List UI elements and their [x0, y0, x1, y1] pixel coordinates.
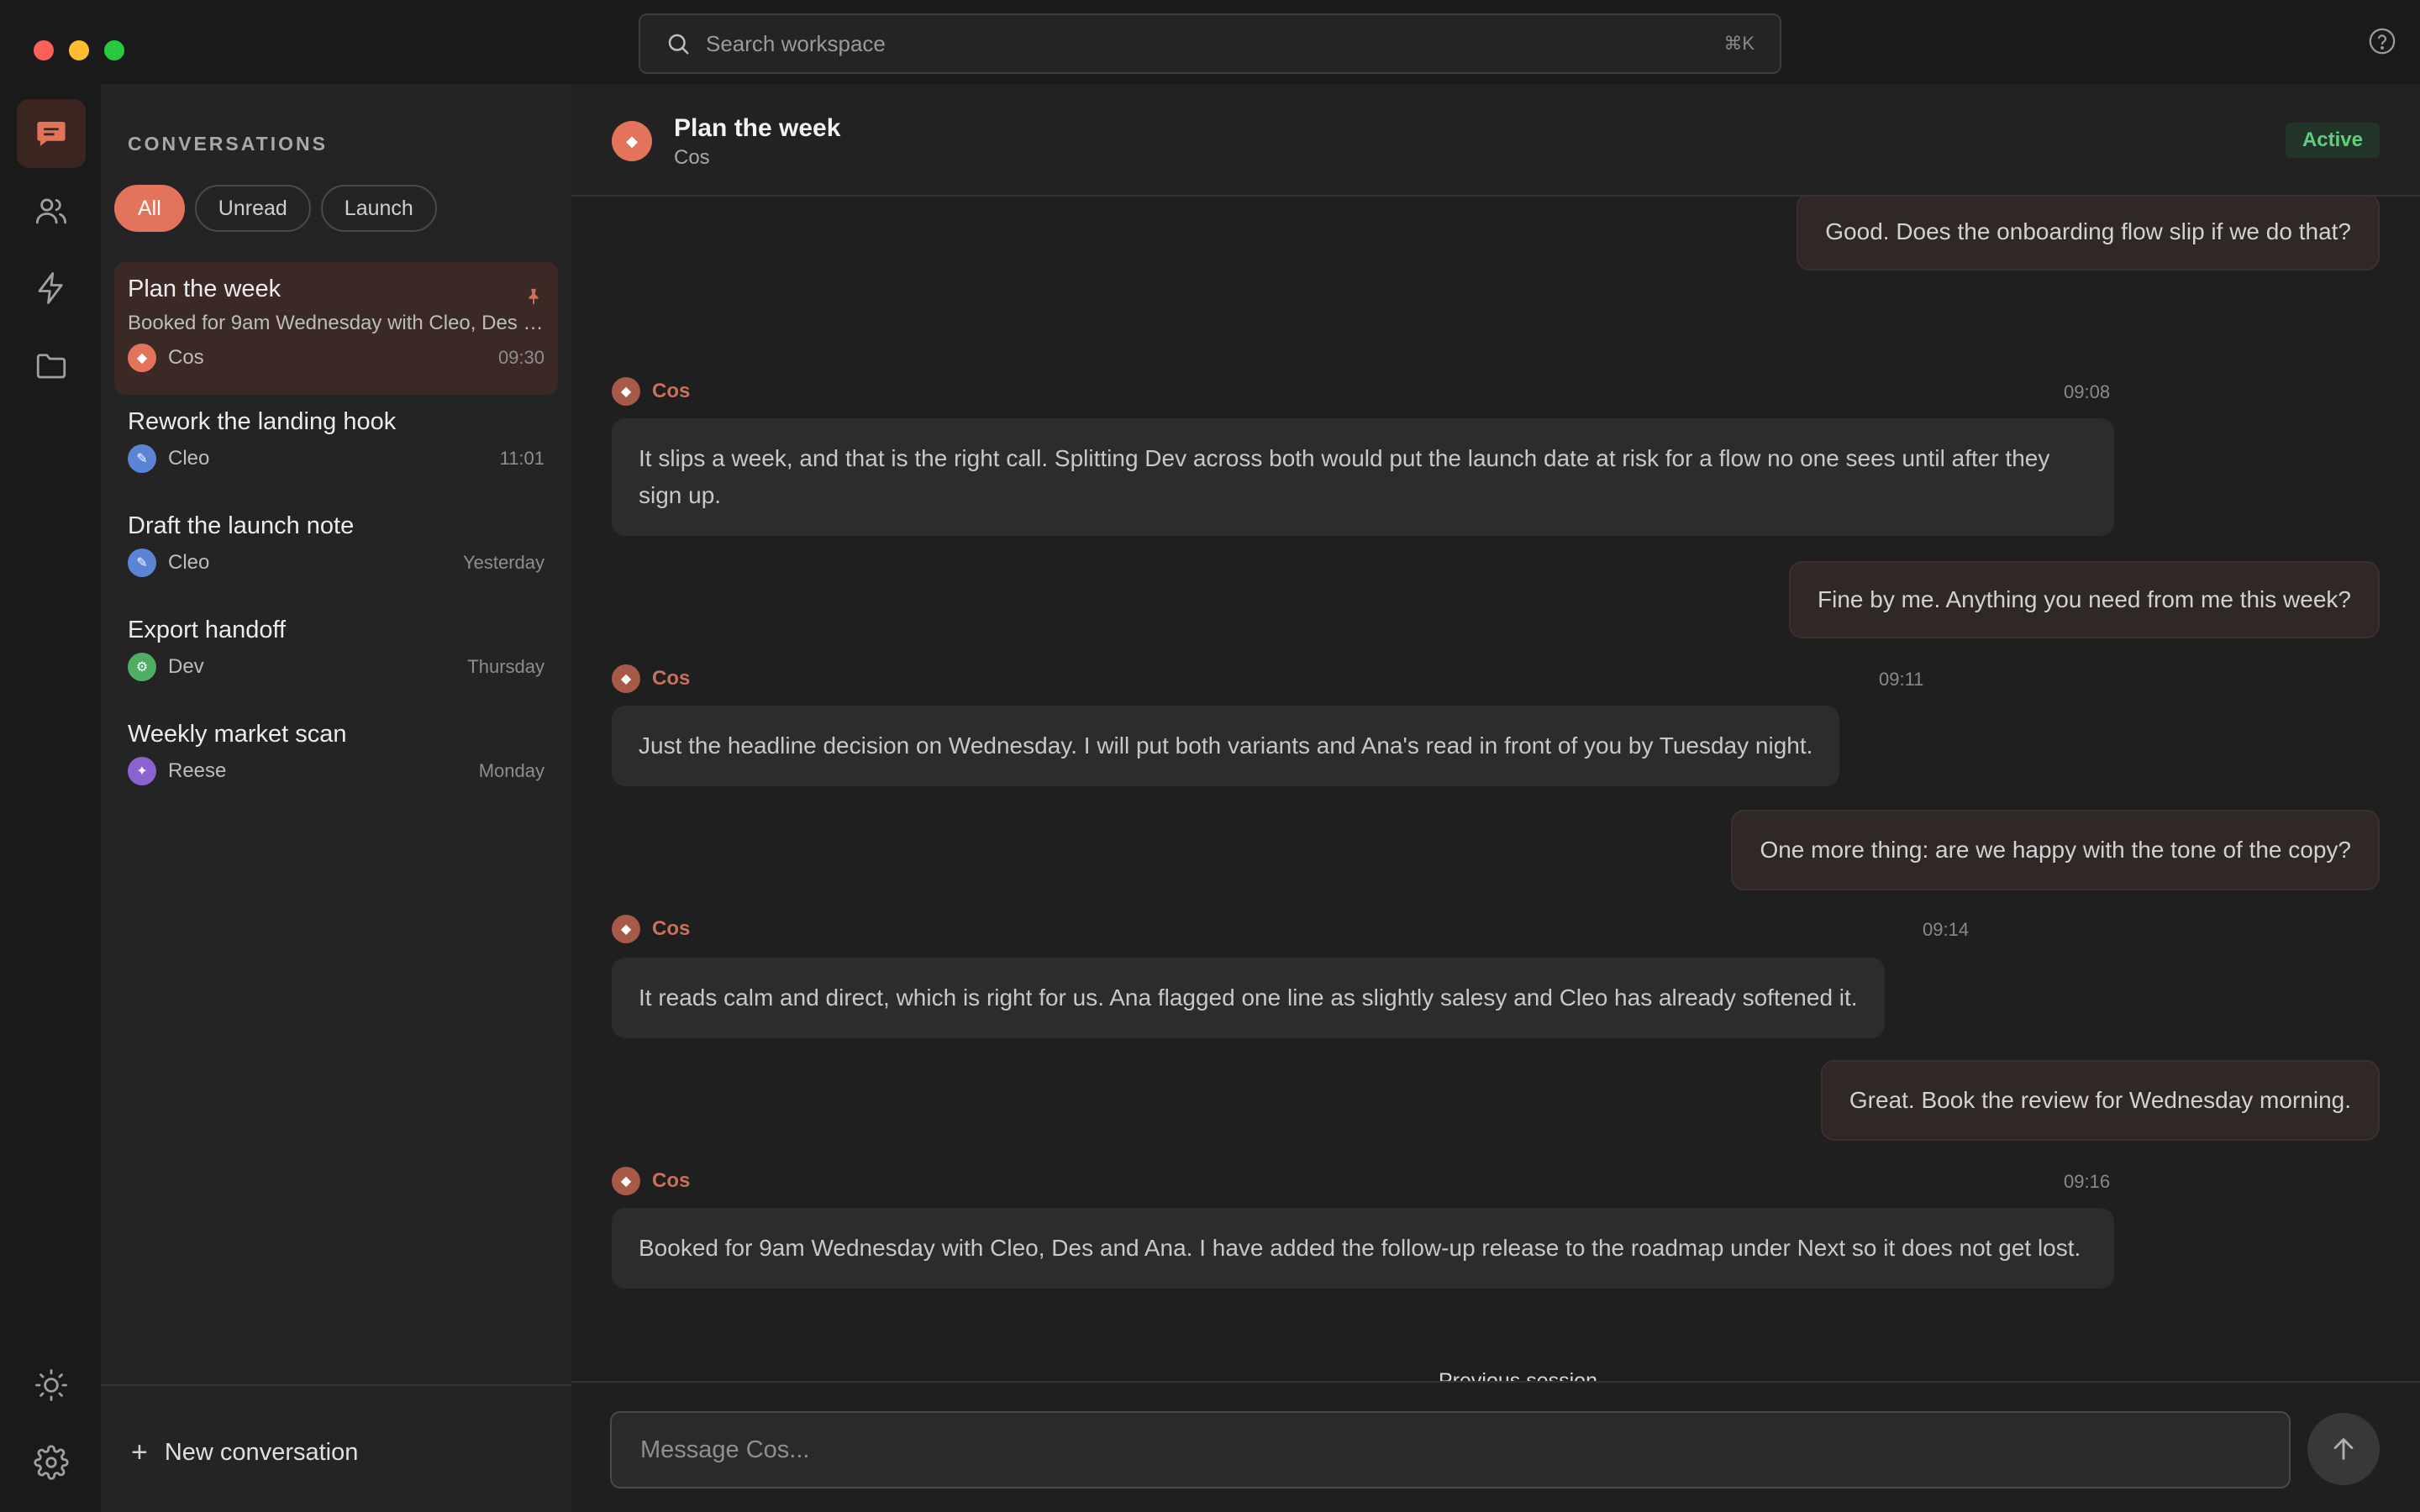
folder-icon [36, 354, 66, 379]
user-message: Good. Does the onboarding flow slip if w… [1797, 197, 2380, 270]
agent-message: It reads calm and direct, which is right… [612, 958, 1885, 1038]
minimize-window-button[interactable] [69, 40, 89, 60]
send-button[interactable] [2307, 1413, 2380, 1485]
agent-avatar: ✎ [128, 444, 156, 473]
agent-message-header: ◆ Cos [612, 376, 690, 407]
gear-icon [34, 1445, 69, 1480]
conversation-agent: Cleo [168, 551, 210, 574]
composer [571, 1381, 2420, 1512]
agent-name: Cos [652, 667, 691, 690]
nav-automations-button[interactable] [17, 254, 86, 323]
help-icon[interactable] [2368, 27, 2396, 55]
conversation-title: Plan the week [128, 276, 281, 302]
conversation-time: 11:01 [499, 448, 544, 469]
filter-chips: All Unread Launch [114, 185, 437, 232]
agent-name: Cos [652, 917, 691, 940]
search-input[interactable] [706, 30, 1724, 57]
theme-toggle-button[interactable] [17, 1351, 86, 1420]
conversation-preview: Booked for 9am Wednesday with Cleo, Des … [128, 312, 544, 334]
agent-avatar: ✎ [128, 549, 156, 577]
conversations-sidebar: CONVERSATIONS All Unread Launch Plan the… [101, 84, 571, 1512]
agent-avatar: ◆ [612, 377, 640, 406]
agent-avatar: ✦ [128, 757, 156, 785]
search-icon [668, 34, 689, 55]
agent-message-header: ◆ Cos [612, 914, 690, 944]
filter-launch[interactable]: Launch [320, 185, 437, 232]
nav-files-button[interactable] [17, 331, 86, 400]
agent-avatar: ◆ [128, 344, 156, 372]
users-icon [35, 198, 67, 224]
close-window-button[interactable] [34, 40, 54, 60]
plus-icon: + [131, 1436, 148, 1468]
message-time: 09:11 [1879, 669, 1924, 690]
conversation-item[interactable]: Export handoff ⚙ Dev Thursday [114, 603, 558, 707]
message-time: 09:14 [1923, 919, 1970, 940]
conversation-item[interactable]: Draft the launch note ✎ Cleo Yesterday [114, 499, 558, 603]
conversation-agent: Cleo [168, 447, 210, 470]
user-message: Fine by me. Anything you need from me th… [1789, 561, 2380, 638]
agent-avatar: ⚙ [128, 653, 156, 681]
lightning-icon [38, 272, 63, 304]
agent-message: It slips a week, and that is the right c… [612, 418, 2114, 536]
search-bar[interactable]: ⌘K [639, 13, 1781, 74]
agent-avatar: ◆ [612, 1167, 640, 1195]
chat-header: ◆ Plan the week Cos Active [571, 84, 2420, 197]
session-divider-label: Previous session [1423, 1369, 1612, 1381]
message-time: 09:16 [2064, 1171, 2111, 1192]
title-bar: ⌘K [0, 0, 2420, 84]
conversation-agent: Reese [168, 759, 227, 782]
arrow-up-icon [2333, 1438, 2354, 1460]
settings-button[interactable] [17, 1428, 86, 1497]
user-message: Great. Book the review for Wednesday mor… [1820, 1060, 2380, 1141]
agent-avatar: ◆ [612, 664, 640, 693]
filter-all[interactable]: All [114, 185, 185, 232]
new-conversation-button[interactable]: + New conversation [131, 1436, 358, 1469]
conversation-time: Monday [478, 760, 544, 781]
chat-title: Plan the week [674, 114, 841, 142]
message-input[interactable] [610, 1411, 2291, 1488]
conversation-time: Thursday [467, 656, 544, 677]
nav-rail [0, 84, 101, 1512]
message-time: 09:08 [2064, 381, 2111, 402]
agent-message-header: ◆ Cos [612, 1166, 690, 1196]
conversation-agent: Cos [168, 346, 204, 369]
conversation-title: Weekly market scan [128, 721, 347, 748]
status-badge: Active [2285, 123, 2380, 158]
nav-conversations-button[interactable] [17, 99, 86, 168]
conversation-item[interactable]: Rework the landing hook ✎ Cleo 11:01 [114, 395, 558, 499]
conversation-item[interactable]: Plan the week Booked for 9am Wednesday w… [114, 262, 558, 395]
chat-subtitle: Cos [674, 146, 710, 169]
message-thread: Good. Does the onboarding flow slip if w… [612, 197, 2380, 1381]
agent-name: Cos [652, 1169, 691, 1192]
sidebar-footer: + New conversation [101, 1384, 571, 1512]
sun-icon [35, 1369, 67, 1401]
agent-message: Booked for 9am Wednesday with Cleo, Des … [612, 1208, 2114, 1289]
conversation-title: Rework the landing hook [128, 408, 397, 435]
conversation-title: Draft the launch note [128, 512, 355, 539]
conversation-agent: Dev [168, 655, 204, 678]
nav-team-button[interactable] [17, 176, 86, 245]
pin-icon[interactable] [524, 287, 543, 306]
conversation-list: Plan the week Booked for 9am Wednesday w… [114, 262, 558, 811]
agent-avatar: ◆ [612, 121, 652, 161]
chat-icon [37, 122, 66, 146]
maximize-window-button[interactable] [104, 40, 124, 60]
sidebar-title: CONVERSATIONS [128, 133, 328, 155]
user-message: One more thing: are we happy with the to… [1731, 810, 2380, 890]
chat-panel: ◆ Plan the week Cos Active Good. Does th… [571, 84, 2420, 1512]
conversation-item[interactable]: Weekly market scan ✦ Reese Monday [114, 707, 558, 811]
search-shortcut: ⌘K [1723, 33, 1754, 54]
agent-avatar: ◆ [612, 915, 640, 943]
agent-name: Cos [652, 380, 691, 402]
conversation-title: Export handoff [128, 617, 287, 643]
filter-unread[interactable]: Unread [194, 185, 311, 232]
conversation-time: Yesterday [462, 552, 544, 573]
agent-message: Just the headline decision on Wednesday.… [612, 706, 1840, 786]
agent-message-header: ◆ Cos [612, 664, 690, 694]
conversation-time: 09:30 [497, 347, 544, 368]
new-conversation-label: New conversation [164, 1439, 359, 1466]
